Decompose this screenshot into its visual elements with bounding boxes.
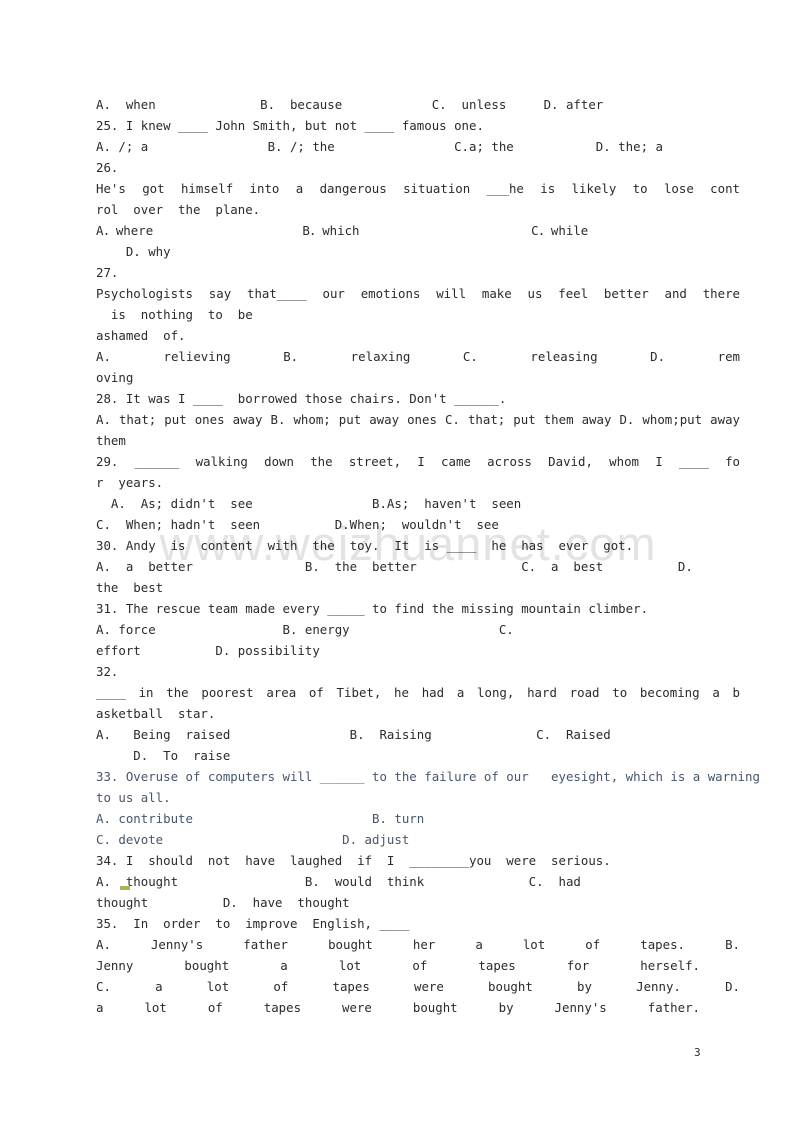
text-line: A. when B. because C. unless D. after <box>96 97 604 112</box>
question-body: A. when B. because C. unless D. after 25… <box>96 94 760 1018</box>
text-line: 27. <box>96 265 119 280</box>
text-line: Psychologists say that____ our emotions … <box>96 286 740 301</box>
text-line: 28. It was I ____ borrowed those chairs.… <box>96 391 507 406</box>
text-line: A. a better B. the better C. a best D. <box>96 559 693 574</box>
text-line: A. thought B. would think C. had <box>96 874 581 889</box>
text-line: A. contribute B. turn <box>96 811 425 826</box>
text-line: 32. <box>96 664 119 679</box>
text-line: A. /; a B. /; the C.a; the D. the; a <box>96 139 663 154</box>
text-line: rol over the plane. <box>96 202 261 217</box>
text-line: ashamed of. <box>96 328 186 343</box>
text-line: thought D. have thought <box>96 895 350 910</box>
text-line: them <box>96 433 126 448</box>
text-line: A. Jenny's father bought her a lot of ta… <box>96 937 740 952</box>
text-line: to us all. <box>96 790 171 805</box>
text-line: He's got himself into a dangerous situat… <box>96 181 740 196</box>
text-line: C. When; hadn't seen D.When; wouldn't se… <box>96 517 499 532</box>
text-line: A. As; didn't see B.As; haven't seen <box>96 496 522 511</box>
text-line: 26. <box>96 160 119 175</box>
text-line: A. that; put ones away B. whom; put away… <box>96 412 740 427</box>
text-line: is nothing to be <box>96 307 253 322</box>
text-line: D. why <box>96 244 171 259</box>
text-line: r years. <box>96 475 164 490</box>
text-line: 35. In order to improve English, ____ <box>96 916 410 931</box>
text-line: C. devote D. adjust <box>96 832 410 847</box>
text-line: A. force B. energy C. <box>96 622 514 637</box>
page-number: 3 <box>694 1046 701 1059</box>
text-line: a lot of tapes were bought by Jenny's fa… <box>96 1000 700 1015</box>
text-line: 29. ______ walking down the street, I ca… <box>96 454 740 469</box>
text-line: D. To raise <box>96 748 231 763</box>
text-line: 30. Andy is content with the toy. It is … <box>96 538 634 553</box>
text-line: oving <box>96 370 134 385</box>
text-line: 25. I knew ____ John Smith, but not ____… <box>96 118 484 133</box>
text-line: the best <box>96 580 164 595</box>
text-line: ____ in the poorest area of Tibet, he ha… <box>96 685 740 700</box>
text-line: 34. I should not have laughed if I _____… <box>96 853 611 868</box>
text-line: asketball star. <box>96 706 216 721</box>
text-line: 33. Overuse of computers will ______ to … <box>96 769 760 784</box>
text-line: Jenny bought a lot of tapes for herself. <box>96 958 700 973</box>
document-page: www.weizhuannet.com A. when B. because C… <box>0 0 800 1132</box>
text-line: A. relieving B. relaxing C. releasing D.… <box>96 349 740 364</box>
ink-smudge-mark <box>120 886 130 890</box>
text-line: C. a lot of tapes were bought by Jenny. … <box>96 979 740 994</box>
text-line: effort D. possibility <box>96 643 320 658</box>
text-line: A．where B．which C．while <box>96 223 589 238</box>
text-line: 31. The rescue team made every _____ to … <box>96 601 649 616</box>
text-line: A. Being raised B. Raising C. Raised <box>96 727 611 742</box>
